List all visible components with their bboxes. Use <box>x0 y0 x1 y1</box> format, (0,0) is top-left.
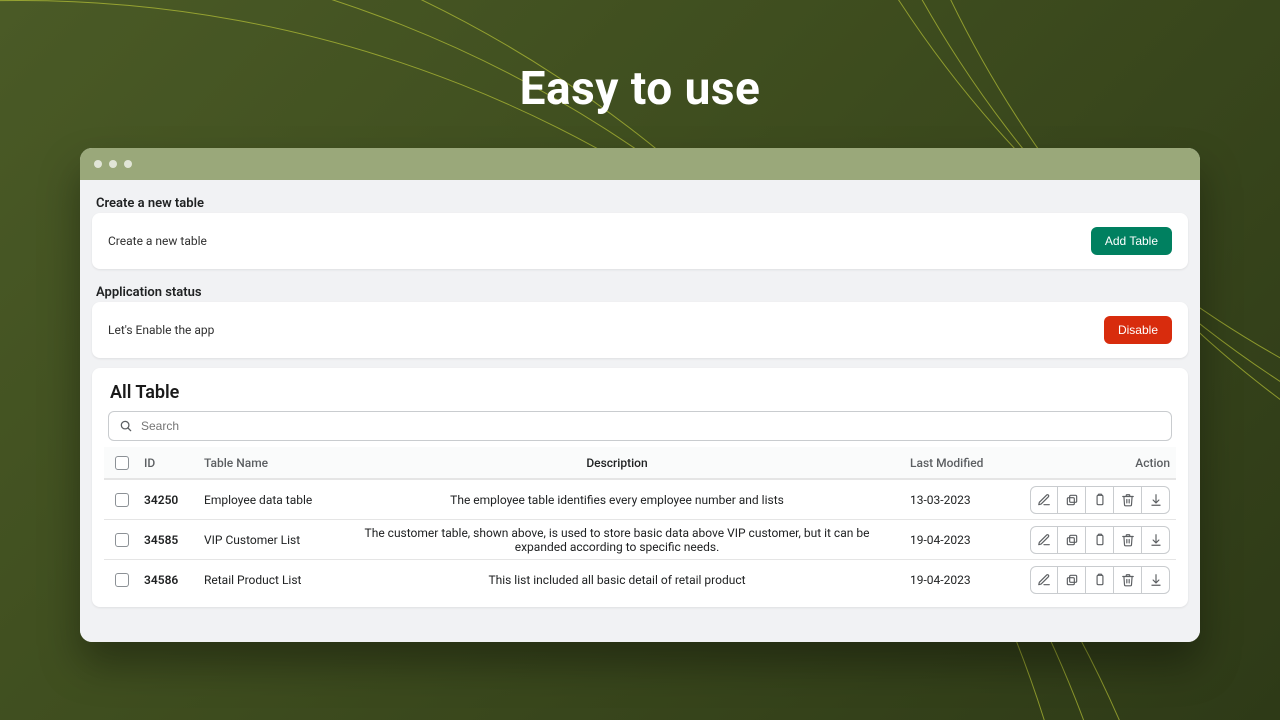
add-table-button[interactable]: Add Table <box>1091 227 1172 255</box>
table-row: 34585 VIP Customer List The customer table… <box>104 519 1176 559</box>
trash-icon[interactable] <box>1114 486 1142 514</box>
app-window: Create a new table Create a new table Ad… <box>80 148 1200 642</box>
col-action: Action <box>1010 456 1170 470</box>
row-name: Employee data table <box>204 493 324 507</box>
edit-icon[interactable] <box>1030 486 1058 514</box>
row-last-modified: 13-03-2023 <box>910 493 1000 507</box>
create-card-text: Create a new table <box>108 234 207 248</box>
disable-button[interactable]: Disable <box>1104 316 1172 344</box>
edit-icon[interactable] <box>1030 566 1058 594</box>
row-description: The customer table, shown above, is used… <box>334 526 900 554</box>
table-header-row: ID Table Name Description Last Modified … <box>104 447 1176 479</box>
row-last-modified: 19-04-2023 <box>910 573 1000 587</box>
window-dot <box>109 160 117 168</box>
all-tables-card: All Table ID Table Name Description Last… <box>92 368 1188 607</box>
row-id: 34250 <box>144 493 194 507</box>
download-icon[interactable] <box>1142 526 1170 554</box>
row-checkbox[interactable] <box>115 533 129 547</box>
create-card: Create a new table Add Table <box>92 213 1188 269</box>
col-id: ID <box>144 456 194 470</box>
row-id: 34586 <box>144 573 194 587</box>
status-card-text: Let's Enable the app <box>108 323 214 337</box>
copy-icon[interactable] <box>1058 526 1086 554</box>
download-icon[interactable] <box>1142 566 1170 594</box>
status-card: Let's Enable the app Disable <box>92 302 1188 358</box>
window-dot <box>124 160 132 168</box>
row-last-modified: 19-04-2023 <box>910 533 1000 547</box>
stage: Easy to use Create a new table Create a … <box>0 0 1280 720</box>
copy-icon[interactable] <box>1058 486 1086 514</box>
col-name: Table Name <box>204 456 324 470</box>
page-headline: Easy to use <box>0 62 1280 116</box>
col-date: Last Modified <box>910 456 1000 470</box>
window-chrome <box>80 148 1200 180</box>
table-row: 34250 Employee data table The employee tab… <box>104 479 1176 519</box>
all-tables-title: All Table <box>104 382 1176 411</box>
window-dot <box>94 160 102 168</box>
table-row: 34586 Retail Product List This list includ… <box>104 559 1176 599</box>
row-checkbox[interactable] <box>115 573 129 587</box>
status-section-label: Application status <box>92 279 1188 302</box>
clipboard-icon[interactable] <box>1086 486 1114 514</box>
search-row[interactable] <box>108 411 1172 441</box>
edit-icon[interactable] <box>1030 526 1058 554</box>
clipboard-icon[interactable] <box>1086 566 1114 594</box>
select-all-checkbox[interactable] <box>115 456 129 470</box>
tables-list: ID Table Name Description Last Modified … <box>104 447 1176 599</box>
download-icon[interactable] <box>1142 486 1170 514</box>
row-actions <box>1010 566 1170 594</box>
trash-icon[interactable] <box>1114 566 1142 594</box>
col-desc: Description <box>334 456 900 470</box>
panel-area: Create a new table Create a new table Ad… <box>80 180 1200 642</box>
copy-icon[interactable] <box>1058 566 1086 594</box>
create-section-label: Create a new table <box>92 190 1188 213</box>
row-description: This list included all basic detail of r… <box>334 573 900 587</box>
row-name: VIP Customer List <box>204 533 324 547</box>
row-description: The employee table identifies every empl… <box>334 493 900 507</box>
row-name: Retail Product List <box>204 573 324 587</box>
row-actions <box>1010 526 1170 554</box>
search-input[interactable] <box>141 419 1161 433</box>
row-id: 34585 <box>144 533 194 547</box>
trash-icon[interactable] <box>1114 526 1142 554</box>
clipboard-icon[interactable] <box>1086 526 1114 554</box>
search-icon <box>119 419 133 433</box>
row-checkbox[interactable] <box>115 493 129 507</box>
row-actions <box>1010 486 1170 514</box>
